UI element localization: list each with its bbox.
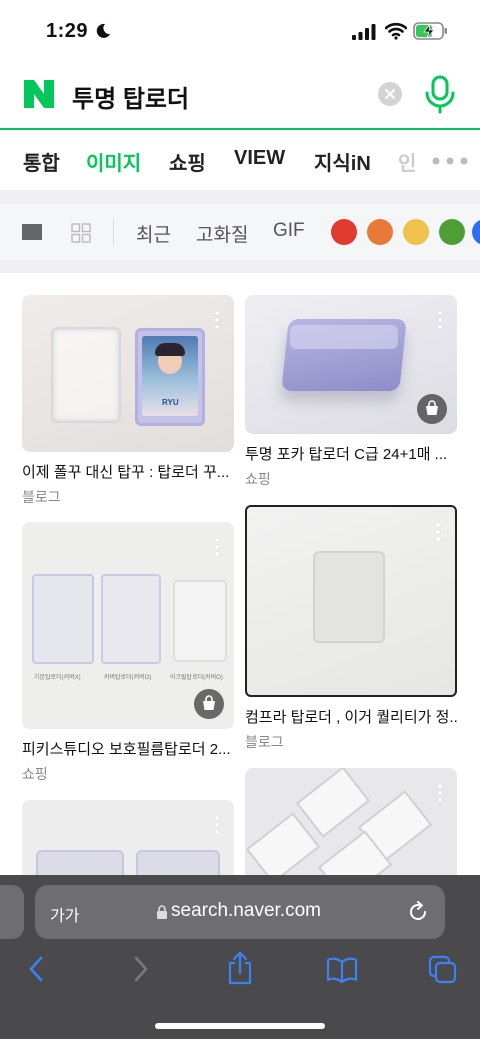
more-options-icon[interactable]	[215, 311, 219, 329]
photocard-hair	[155, 343, 185, 356]
forward-icon[interactable]	[131, 955, 151, 983]
toploader-empty	[51, 327, 121, 423]
share-icon[interactable]	[227, 951, 253, 985]
wifi-icon	[385, 22, 407, 40]
shopping-bag-icon[interactable]	[417, 394, 447, 424]
naver-logo[interactable]	[24, 80, 54, 108]
home-indicator[interactable]	[155, 1023, 325, 1029]
bookmarks-icon[interactable]	[326, 957, 358, 983]
text-size-button[interactable]: 가가	[50, 902, 79, 926]
address-bar[interactable]: 가가 search.naver.com	[35, 885, 445, 939]
more-options-icon[interactable]	[438, 311, 442, 329]
tab-knowledge-in[interactable]: 지식iN	[314, 147, 371, 176]
image-result-card[interactable]: 투명 포카 탑로더 C급 24+1매 ... 쇼핑	[245, 295, 457, 489]
result-title[interactable]: 컴프라 탑로더 , 이거 퀄리티가 정...	[245, 706, 457, 727]
tabs-icon[interactable]	[428, 955, 458, 985]
result-image[interactable]: RYU	[22, 295, 234, 452]
filter-high-quality[interactable]: 고화질	[196, 220, 248, 247]
filter-recent[interactable]: 최근	[136, 220, 171, 247]
previous-tab-preview[interactable]	[0, 885, 24, 939]
color-filter-orange[interactable]	[367, 219, 393, 245]
photocard: RYU	[142, 336, 198, 416]
toploader-with-photocard: RYU	[135, 328, 205, 426]
result-image[interactable]	[245, 768, 457, 878]
back-icon[interactable]	[26, 955, 46, 983]
grid-view-icon[interactable]	[71, 223, 91, 243]
shopping-bag-icon[interactable]	[194, 689, 224, 719]
image-result-card[interactable]: 기본탑로더(커버X) 커버탑로더(커버O) 아크릴탑로더(커버O) 피키스튜디오…	[22, 522, 234, 784]
product-label: 아크릴탑로더(커버O)	[170, 675, 223, 681]
result-image[interactable]: 기본탑로더(커버X) 커버탑로더(커버O) 아크릴탑로더(커버O)	[22, 522, 234, 729]
search-category-tabs: 통합 이미지 쇼핑 VIEW 지식iN 인	[0, 131, 480, 189]
search-header: 투명 탑로더	[0, 58, 480, 130]
lock-icon	[157, 905, 167, 919]
cellular-signal-icon	[352, 24, 376, 40]
toploader-stack-highlight	[290, 325, 398, 349]
single-view-icon[interactable]	[22, 224, 42, 240]
color-filter-red[interactable]	[331, 219, 357, 245]
color-filter-green[interactable]	[439, 219, 465, 245]
tab-images[interactable]: 이미지	[86, 147, 141, 176]
color-filter-yellow[interactable]	[403, 219, 429, 245]
product-label: 커버탑로더(커버O)	[104, 675, 152, 681]
result-image[interactable]	[245, 295, 457, 434]
battery-charging-icon	[413, 22, 447, 40]
toploader-cover	[101, 574, 161, 664]
result-title[interactable]: 이제 폴꾸 대신 탑꾸 : 탑로더 꾸...	[22, 461, 234, 482]
search-input[interactable]: 투명 탑로더	[72, 79, 189, 114]
image-result-card[interactable]	[245, 768, 457, 878]
url-text[interactable]: search.naver.com	[171, 900, 321, 922]
toploader-clear	[313, 551, 385, 643]
status-bar: 1:29	[0, 0, 480, 58]
tab-shopping[interactable]: 쇼핑	[169, 147, 206, 176]
result-source: 쇼핑	[22, 766, 48, 782]
more-tabs-icon[interactable]	[432, 157, 468, 165]
more-options-icon[interactable]	[438, 784, 442, 802]
result-title[interactable]: 투명 포카 탑로더 C급 24+1매 ...	[245, 443, 457, 464]
microphone-icon[interactable]	[424, 75, 456, 115]
tab-integrated[interactable]: 통합	[23, 147, 60, 176]
close-icon	[384, 88, 396, 100]
result-image[interactable]	[245, 505, 457, 697]
result-source: 블로그	[22, 489, 61, 505]
more-options-icon[interactable]	[215, 816, 219, 834]
tab-view[interactable]: VIEW	[234, 147, 285, 170]
moon-icon	[96, 23, 110, 38]
toploader	[245, 812, 321, 878]
clear-search-button[interactable]	[378, 82, 402, 106]
reload-icon[interactable]	[407, 901, 429, 923]
tab-partial[interactable]: 인	[398, 147, 416, 176]
result-source: 블로그	[245, 734, 284, 750]
divider	[0, 190, 480, 204]
result-source: 쇼핑	[245, 471, 271, 487]
status-time: 1:29	[46, 20, 89, 42]
image-result-card[interactable]: 컴프라 탑로더 , 이거 퀄리티가 정... 블로그	[245, 505, 457, 752]
toploader-acrylic	[173, 580, 227, 662]
color-filter-blue[interactable]	[472, 219, 480, 245]
more-options-icon[interactable]	[436, 523, 440, 541]
filter-divider	[113, 218, 114, 246]
filter-gif[interactable]: GIF	[273, 220, 305, 242]
result-title[interactable]: 피키스튜디오 보호필름탑로더 2...	[22, 738, 234, 759]
divider	[0, 260, 480, 273]
more-options-icon[interactable]	[215, 538, 219, 556]
image-result-card[interactable]: RYU 이제 폴꾸 대신 탑꾸 : 탑로더 꾸... 블로그	[22, 295, 234, 507]
product-label: 기본탑로더(커버X)	[34, 675, 81, 681]
browser-toolbar: 가가 search.naver.com	[0, 875, 480, 1039]
toploader-basic	[32, 574, 94, 664]
photocard-label: RYU	[162, 398, 179, 407]
image-filter-bar: 최근 고화질 GIF	[0, 204, 480, 260]
